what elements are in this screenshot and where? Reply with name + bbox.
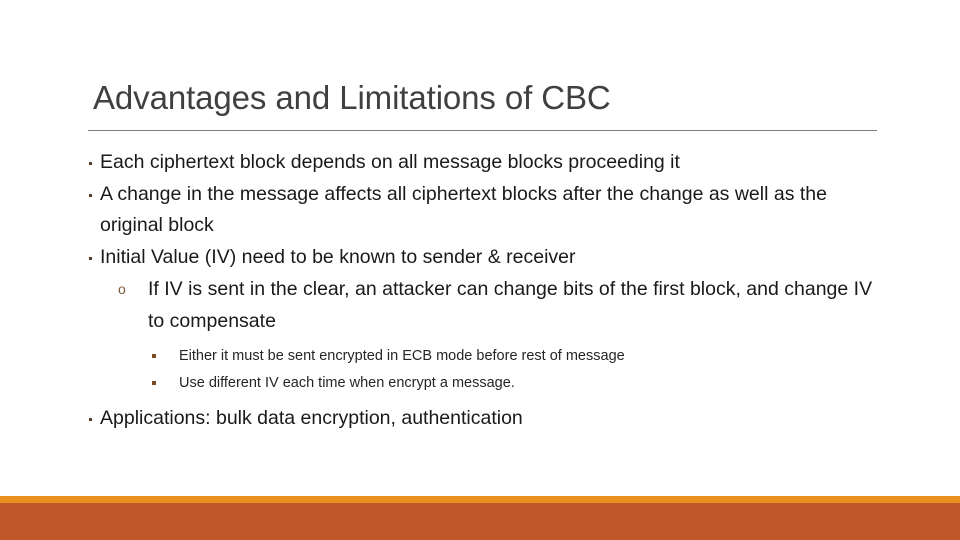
list-item-label: A change in the message affects all ciph…	[100, 182, 827, 237]
list-item-label: If IV is sent in the clear, an attacker …	[148, 278, 873, 332]
list-item: Use different IV each time when encrypt …	[88, 370, 888, 397]
list-item-label: Either it must be sent encrypted in ECB …	[179, 348, 625, 364]
list-item-label: Each ciphertext block depends on all mes…	[100, 151, 680, 173]
list-item: Initial Value (IV) need to be known to s…	[88, 242, 888, 274]
list-item: A change in the message affects all ciph…	[88, 179, 888, 242]
list-item: Either it must be sent encrypted in ECB …	[88, 343, 888, 370]
title-block: Advantages and Limitations of CBC	[88, 78, 878, 118]
list-item-label: Applications: bulk data encryption, auth…	[100, 407, 523, 429]
slide-canvas: Advantages and Limitations of CBC Each c…	[0, 0, 960, 540]
accent-bar	[0, 496, 960, 503]
page-title: Advantages and Limitations of CBC	[93, 79, 611, 116]
footer-bar	[0, 503, 960, 540]
list-item: Each ciphertext block depends on all mes…	[88, 147, 888, 179]
title-divider	[88, 130, 877, 131]
body-content: Each ciphertext block depends on all mes…	[88, 147, 888, 435]
list-item-label: Use different IV each time when encrypt …	[179, 375, 515, 391]
open-circle-marker: o	[118, 281, 126, 297]
list-item-label: Initial Value (IV) need to be known to s…	[100, 245, 576, 268]
list-item: Applications: bulk data encryption, auth…	[88, 403, 888, 435]
list-item: o If IV is sent in the clear, an attacke…	[88, 274, 888, 337]
sub-list-group: Either it must be sent encrypted in ECB …	[88, 343, 888, 397]
